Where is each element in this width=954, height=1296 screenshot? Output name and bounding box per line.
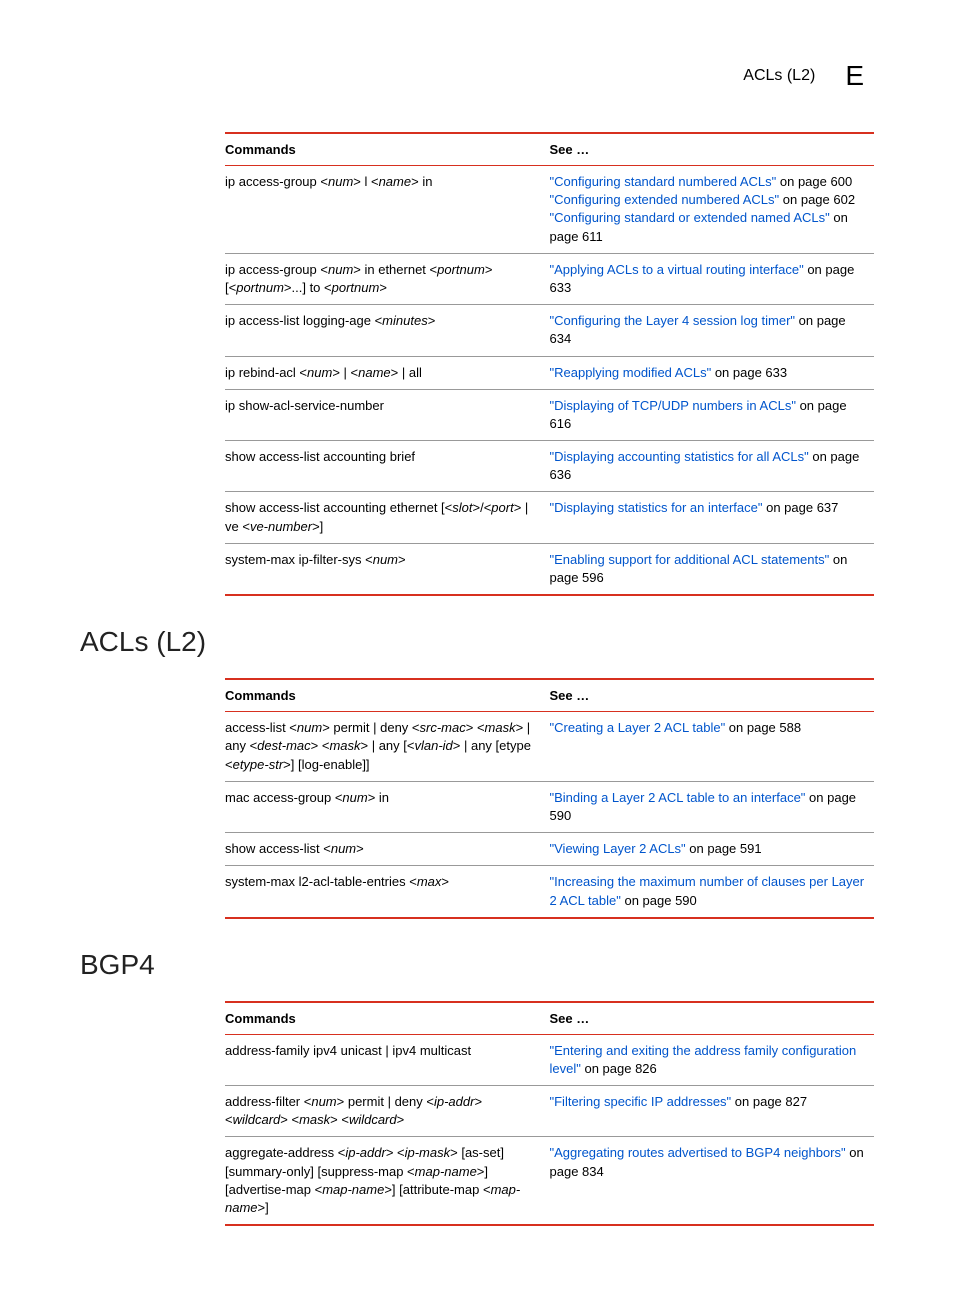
table-acls-l2: Commands See … access-list <num> permit … — [225, 678, 874, 919]
command-cell: aggregate-address <ip-addr> <ip-mask> [a… — [225, 1137, 550, 1225]
table-row: aggregate-address <ip-addr> <ip-mask> [a… — [225, 1137, 874, 1225]
doc-link[interactable]: "Configuring extended numbered ACLs" — [550, 192, 780, 207]
see-cell: "Filtering specific IP addresses" on pag… — [550, 1086, 875, 1137]
col-commands: Commands — [225, 133, 550, 166]
table2-body: access-list <num> permit | deny <src-mac… — [225, 712, 874, 918]
page-ref: on page 600 — [776, 174, 852, 189]
page-ref: on page 588 — [725, 720, 801, 735]
page-ref: on page 826 — [581, 1061, 657, 1076]
command-cell: show access-list accounting brief — [225, 441, 550, 492]
col-see: See … — [550, 679, 875, 712]
see-cell: "Increasing the maximum number of clause… — [550, 866, 875, 918]
table-row: address-filter <num> permit | deny <ip-a… — [225, 1086, 874, 1137]
see-cell: "Applying ACLs to a virtual routing inte… — [550, 253, 875, 304]
see-cell: "Configuring standard numbered ACLs" on … — [550, 166, 875, 254]
doc-link[interactable]: "Enabling support for additional ACL sta… — [550, 552, 830, 567]
see-cell: "Displaying of TCP/UDP numbers in ACLs" … — [550, 389, 875, 440]
see-cell: "Displaying accounting statistics for al… — [550, 441, 875, 492]
command-cell: ip access-group <num> in ethernet <portn… — [225, 253, 550, 304]
doc-link[interactable]: "Binding a Layer 2 ACL table to an inter… — [550, 790, 806, 805]
see-cell: "Entering and exiting the address family… — [550, 1034, 875, 1085]
table-row: mac access-group <num> in"Binding a Laye… — [225, 781, 874, 832]
command-cell: address-filter <num> permit | deny <ip-a… — [225, 1086, 550, 1137]
table-row: system-max ip-filter-sys <num>"Enabling … — [225, 543, 874, 595]
doc-link[interactable]: "Reapplying modified ACLs" — [550, 365, 712, 380]
table-row: ip access-list logging-age <minutes>"Con… — [225, 305, 874, 356]
doc-link[interactable]: "Displaying accounting statistics for al… — [550, 449, 809, 464]
table-row: ip access-group <num> in ethernet <portn… — [225, 253, 874, 304]
command-cell: system-max ip-filter-sys <num> — [225, 543, 550, 595]
table-row: ip rebind-acl <num> | <name> | all"Reapp… — [225, 356, 874, 389]
page-ref: on page 637 — [762, 500, 838, 515]
table-row: show access-list accounting ethernet [<s… — [225, 492, 874, 543]
header-letter: E — [845, 60, 864, 92]
table3-body: address-family ipv4 unicast | ipv4 multi… — [225, 1034, 874, 1225]
doc-link[interactable]: "Viewing Layer 2 ACLs" — [550, 841, 686, 856]
page-ref: on page 827 — [731, 1094, 807, 1109]
table-row: ip access-group <num> l <name> in"Config… — [225, 166, 874, 254]
col-commands: Commands — [225, 1002, 550, 1035]
section-heading-bgp4: BGP4 — [80, 949, 874, 981]
command-cell: ip access-group <num> l <name> in — [225, 166, 550, 254]
command-cell: system-max l2-acl-table-entries <max> — [225, 866, 550, 918]
page-header: ACLs (L2) E — [80, 60, 874, 92]
doc-link[interactable]: "Aggregating routes advertised to BGP4 n… — [550, 1145, 846, 1160]
doc-link[interactable]: "Configuring the Layer 4 session log tim… — [550, 313, 796, 328]
command-cell: ip rebind-acl <num> | <name> | all — [225, 356, 550, 389]
table1-body: ip access-group <num> l <name> in"Config… — [225, 166, 874, 596]
see-cell: "Binding a Layer 2 ACL table to an inter… — [550, 781, 875, 832]
table-acls-top: Commands See … ip access-group <num> l <… — [225, 132, 874, 596]
see-cell: "Viewing Layer 2 ACLs" on page 591 — [550, 833, 875, 866]
command-cell: show access-list accounting ethernet [<s… — [225, 492, 550, 543]
col-commands: Commands — [225, 679, 550, 712]
table-bgp4: Commands See … address-family ipv4 unica… — [225, 1001, 874, 1227]
doc-link[interactable]: "Increasing the maximum number of clause… — [550, 874, 865, 907]
command-cell: access-list <num> permit | deny <src-mac… — [225, 712, 550, 782]
doc-link[interactable]: "Filtering specific IP addresses" — [550, 1094, 732, 1109]
page-ref: on page 591 — [686, 841, 762, 856]
command-cell: mac access-group <num> in — [225, 781, 550, 832]
see-cell: "Displaying statistics for an interface"… — [550, 492, 875, 543]
table-row: access-list <num> permit | deny <src-mac… — [225, 712, 874, 782]
doc-link[interactable]: "Creating a Layer 2 ACL table" — [550, 720, 726, 735]
doc-link[interactable]: "Applying ACLs to a virtual routing inte… — [550, 262, 804, 277]
table-row: show access-list <num>"Viewing Layer 2 A… — [225, 833, 874, 866]
doc-link[interactable]: "Configuring standard numbered ACLs" — [550, 174, 777, 189]
command-cell: ip show-acl-service-number — [225, 389, 550, 440]
table-row: show access-list accounting brief"Displa… — [225, 441, 874, 492]
table-row: ip show-acl-service-number"Displaying of… — [225, 389, 874, 440]
command-cell: address-family ipv4 unicast | ipv4 multi… — [225, 1034, 550, 1085]
see-cell: "Reapplying modified ACLs" on page 633 — [550, 356, 875, 389]
see-cell: "Creating a Layer 2 ACL table" on page 5… — [550, 712, 875, 782]
page-ref: on page 590 — [621, 893, 697, 908]
see-cell: "Enabling support for additional ACL sta… — [550, 543, 875, 595]
section-heading-acls-l2: ACLs (L2) — [80, 626, 874, 658]
table-row: system-max l2-acl-table-entries <max>"In… — [225, 866, 874, 918]
command-cell: ip access-list logging-age <minutes> — [225, 305, 550, 356]
col-see: See … — [550, 1002, 875, 1035]
command-cell: show access-list <num> — [225, 833, 550, 866]
page-ref: on page 633 — [711, 365, 787, 380]
col-see: See … — [550, 133, 875, 166]
doc-link[interactable]: "Configuring standard or extended named … — [550, 210, 830, 225]
header-section-label: ACLs (L2) — [743, 67, 815, 85]
doc-link[interactable]: "Displaying statistics for an interface" — [550, 500, 763, 515]
doc-link[interactable]: "Displaying of TCP/UDP numbers in ACLs" — [550, 398, 796, 413]
table-row: address-family ipv4 unicast | ipv4 multi… — [225, 1034, 874, 1085]
see-cell: "Aggregating routes advertised to BGP4 n… — [550, 1137, 875, 1225]
page-ref: on page 602 — [779, 192, 855, 207]
see-cell: "Configuring the Layer 4 session log tim… — [550, 305, 875, 356]
